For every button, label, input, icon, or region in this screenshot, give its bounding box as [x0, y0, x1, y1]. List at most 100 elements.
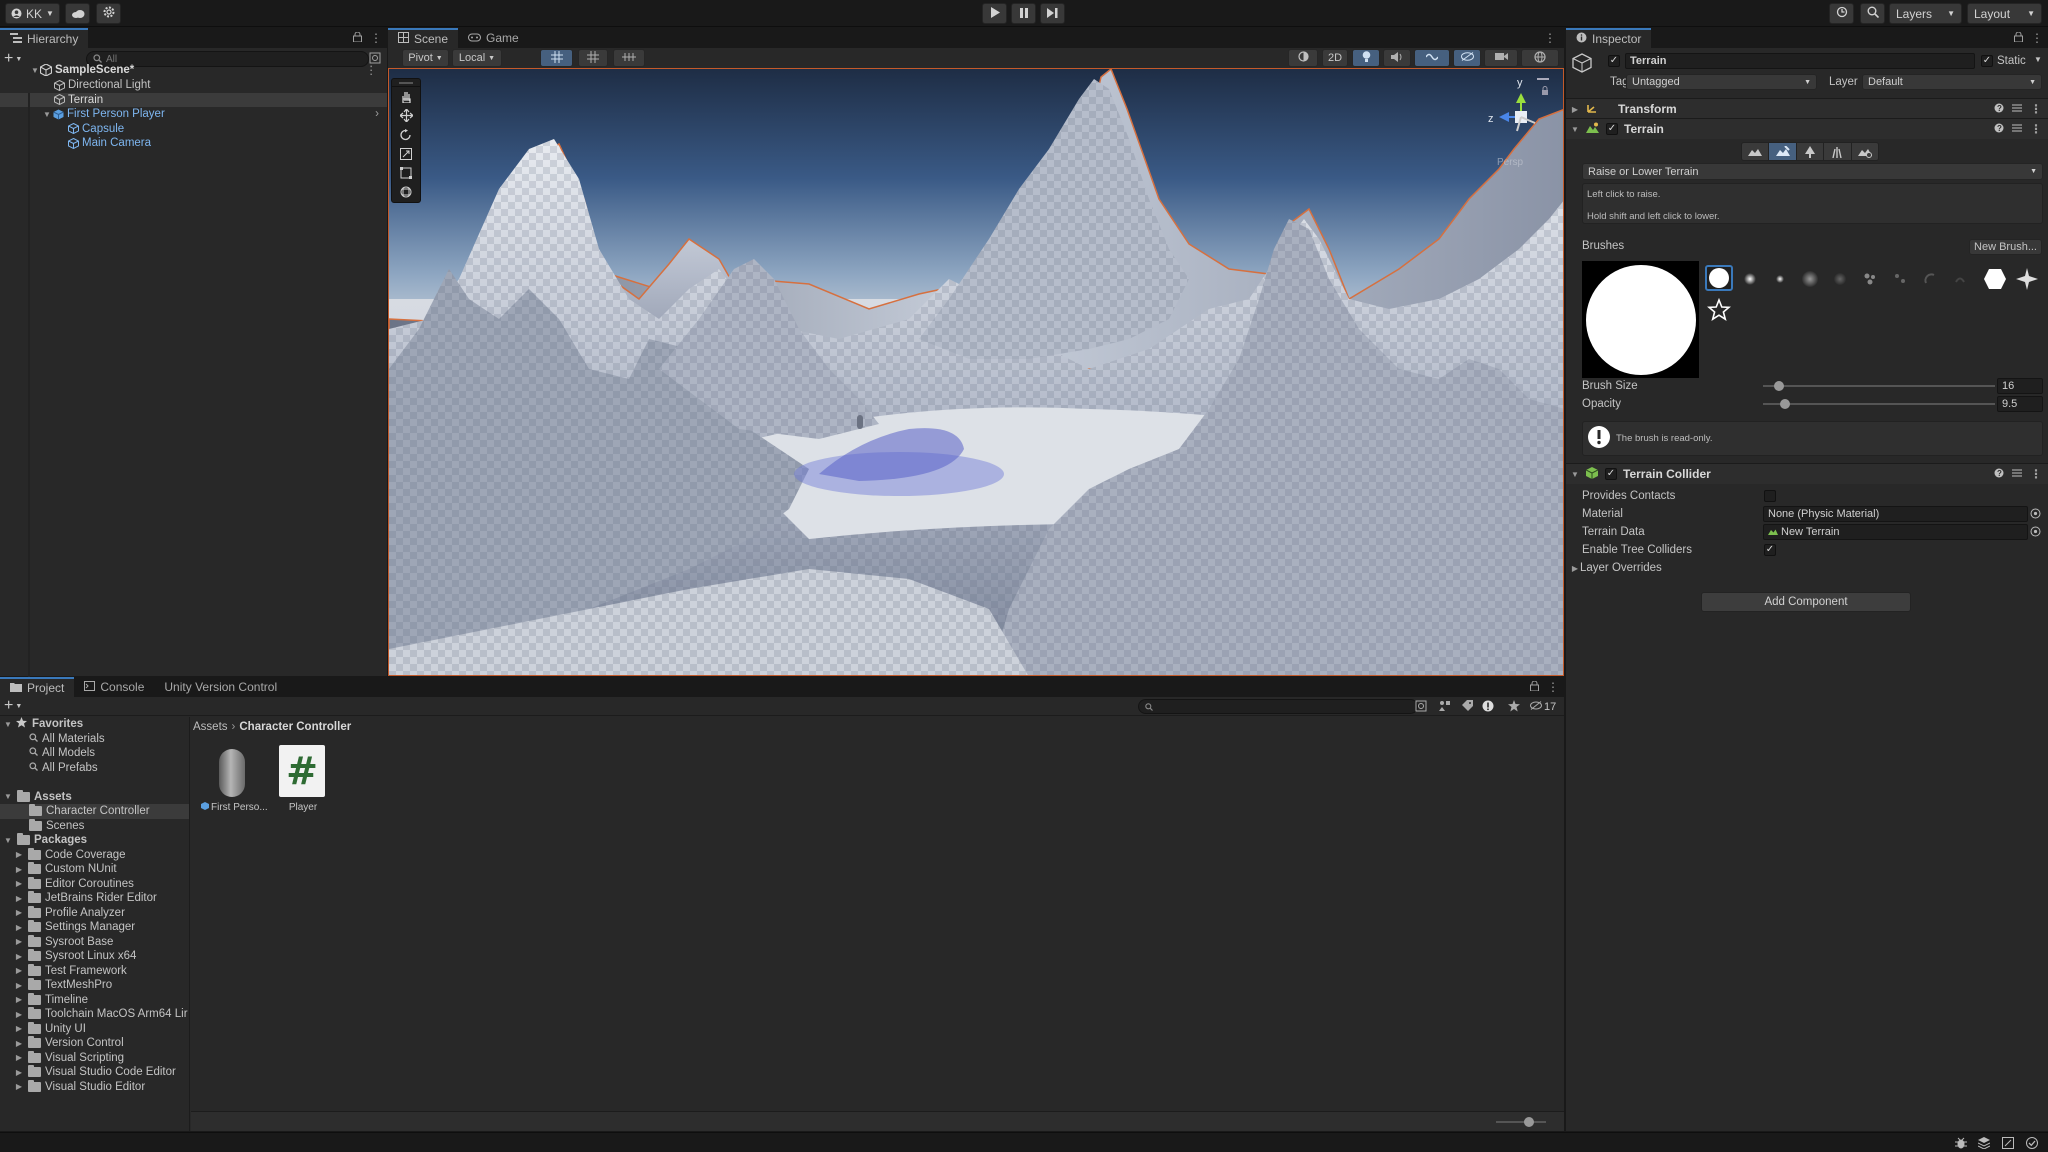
- package-item[interactable]: ▶ Test Framework: [0, 963, 189, 979]
- package-item[interactable]: ▶ Visual Studio Code Editor: [0, 1065, 189, 1080]
- packages-header[interactable]: ▼ Packages: [0, 833, 189, 848]
- preset-icon[interactable]: [2012, 122, 2022, 136]
- package-item[interactable]: ▶ Visual Studio Editor: [0, 1079, 189, 1095]
- assets-header[interactable]: ▼ Assets: [0, 789, 189, 805]
- tree-item-scene[interactable]: ▼ SampleScene* ⋮: [0, 63, 387, 78]
- expand-arrow-icon[interactable]: ▶: [14, 1082, 24, 1091]
- chevron-right-icon[interactable]: ›: [375, 108, 379, 120]
- provides-contacts-checkbox[interactable]: [1764, 490, 1776, 502]
- label-filter-icon[interactable]: [1462, 700, 1474, 715]
- kebab-menu-icon[interactable]: ⋮: [366, 63, 378, 77]
- expand-arrow-icon[interactable]: ▼: [1570, 470, 1580, 479]
- package-item[interactable]: ▶ Visual Scripting: [0, 1050, 189, 1066]
- kebab-menu-icon[interactable]: ⋮: [370, 31, 382, 45]
- expand-arrow-icon[interactable]: ▼: [3, 792, 13, 801]
- search-button[interactable]: [1860, 3, 1885, 24]
- audio-toggle[interactable]: [1383, 49, 1411, 67]
- expand-arrow-icon[interactable]: ▶: [14, 1039, 24, 1048]
- grid-visibility-toggle[interactable]: [578, 49, 608, 67]
- brush-size-field[interactable]: 16: [1997, 378, 2043, 394]
- add-component-button[interactable]: Add Component: [1701, 592, 1911, 612]
- package-item[interactable]: ▶ Timeline: [0, 992, 189, 1008]
- layer-dropdown[interactable]: Default ▼: [1862, 74, 2042, 90]
- material-field[interactable]: None (Physic Material): [1763, 506, 2028, 522]
- lock-icon[interactable]: [353, 31, 362, 45]
- hidden-objects-toggle[interactable]: [1453, 49, 1481, 67]
- terrain-tool-dropdown[interactable]: Raise or Lower Terrain ▼: [1582, 163, 2043, 180]
- package-item[interactable]: ▶ JetBrains Rider Editor: [0, 891, 189, 906]
- package-item[interactable]: ▶ Unity UI: [0, 1021, 189, 1037]
- move-tool-icon[interactable]: [392, 106, 420, 125]
- help-icon[interactable]: ?: [1994, 122, 2004, 136]
- opacity-track[interactable]: [1763, 399, 1995, 409]
- package-item[interactable]: ▶ Version Control: [0, 1036, 189, 1051]
- log-type-filter-icon[interactable]: [1482, 700, 1494, 715]
- opacity-thumb[interactable]: [1780, 399, 1791, 409]
- zoom-slider-thumb[interactable]: [1524, 1117, 1534, 1127]
- effects-dropdown[interactable]: [1414, 49, 1450, 67]
- kebab-menu-icon[interactable]: ⋮: [2030, 102, 2042, 116]
- project-search[interactable]: [1138, 699, 1418, 714]
- kebab-menu-icon[interactable]: ⋮: [1544, 31, 1556, 45]
- expand-arrow-icon[interactable]: ▼: [3, 720, 13, 729]
- debug-icon[interactable]: [1955, 1137, 1967, 1152]
- asset-tile[interactable]: # Player: [275, 745, 331, 815]
- expand-arrow-icon[interactable]: ▼: [42, 110, 52, 119]
- enable-tree-checkbox[interactable]: ✓: [1764, 544, 1776, 556]
- package-item[interactable]: ▶ Sysroot Linux x64: [0, 949, 189, 964]
- kebab-menu-icon[interactable]: ⋮: [2031, 31, 2043, 45]
- tag-dropdown[interactable]: Untagged ▼: [1626, 74, 1817, 90]
- expand-arrow-icon[interactable]: ▶: [1570, 564, 1580, 573]
- tree-item-capsule[interactable]: Capsule: [0, 122, 387, 137]
- scale-tool-icon[interactable]: [392, 144, 420, 163]
- opacity-field[interactable]: 9.5: [1997, 396, 2043, 412]
- package-item[interactable]: ▶ Code Coverage: [0, 847, 189, 863]
- brush-swatch-selected[interactable]: [1705, 265, 1733, 291]
- brush-swatch[interactable]: [1706, 297, 1732, 323]
- create-neighbor-icon[interactable]: [1742, 143, 1770, 160]
- expand-arrow-icon[interactable]: ▼: [30, 66, 40, 75]
- search-filter-icon[interactable]: [1415, 700, 1427, 715]
- pivot-dropdown[interactable]: Pivot ▼: [402, 49, 449, 67]
- rotate-tool-icon[interactable]: [392, 125, 420, 144]
- kebab-menu-icon[interactable]: ⋮: [2030, 467, 2042, 481]
- package-item[interactable]: ▶ Toolchain MacOS Arm64 Lir: [0, 1007, 189, 1022]
- terrain-collider-header[interactable]: ▼ ✓ Terrain Collider ? ⋮: [1566, 463, 2048, 484]
- local-dropdown[interactable]: Local ▼: [452, 49, 502, 67]
- expand-arrow-icon[interactable]: ▶: [1570, 105, 1580, 114]
- favorite-item[interactable]: All Materials: [0, 732, 189, 747]
- grid-snap-toggle[interactable]: [540, 49, 573, 67]
- tree-item-main-camera[interactable]: Main Camera: [0, 136, 387, 151]
- package-item[interactable]: ▶ Custom NUnit: [0, 862, 189, 877]
- create-asset-button[interactable]: + ▼: [4, 698, 32, 714]
- transform-component-header[interactable]: ▶ Transform ? ⋮: [1566, 98, 2048, 119]
- lighting-toggle[interactable]: [1352, 49, 1380, 67]
- tree-item-terrain[interactable]: Terrain: [0, 92, 387, 107]
- brush-swatch[interactable]: [1798, 268, 1822, 290]
- rect-tool-icon[interactable]: [392, 163, 420, 182]
- hidden-packages-counter[interactable]: 17: [1530, 699, 1556, 714]
- brush-swatch[interactable]: [1768, 268, 1792, 290]
- pause-button[interactable]: [1011, 3, 1036, 24]
- brush-swatch[interactable]: [1982, 266, 2008, 292]
- terrain-enabled-checkbox[interactable]: ✓: [1606, 123, 1618, 135]
- preset-icon[interactable]: [2012, 467, 2022, 481]
- tree-item-directional-light[interactable]: Directional Light: [0, 78, 387, 93]
- step-button[interactable]: [1040, 3, 1065, 24]
- favorite-item[interactable]: All Prefabs: [0, 761, 189, 776]
- help-icon[interactable]: ?: [1994, 467, 2004, 481]
- cloud-button[interactable]: [65, 3, 90, 24]
- object-name-field[interactable]: Terrain: [1625, 53, 1975, 69]
- star-icon[interactable]: [1508, 700, 1520, 715]
- kebab-menu-icon[interactable]: ⋮: [1547, 680, 1559, 694]
- collider-enabled-checkbox[interactable]: ✓: [1605, 468, 1617, 480]
- zoom-slider[interactable]: [1496, 1117, 1546, 1127]
- brush-swatch[interactable]: [1858, 268, 1882, 290]
- paint-trees-icon[interactable]: [1796, 143, 1825, 160]
- increment-snap-toggle[interactable]: [613, 49, 645, 67]
- expand-arrow-icon[interactable]: ▶: [14, 1010, 24, 1019]
- terrain-data-field[interactable]: New Terrain: [1763, 524, 2028, 540]
- expand-arrow-icon[interactable]: ▶: [14, 894, 24, 903]
- asset-tile[interactable]: First Perso...: [201, 745, 268, 815]
- brush-swatch[interactable]: [1918, 268, 1942, 290]
